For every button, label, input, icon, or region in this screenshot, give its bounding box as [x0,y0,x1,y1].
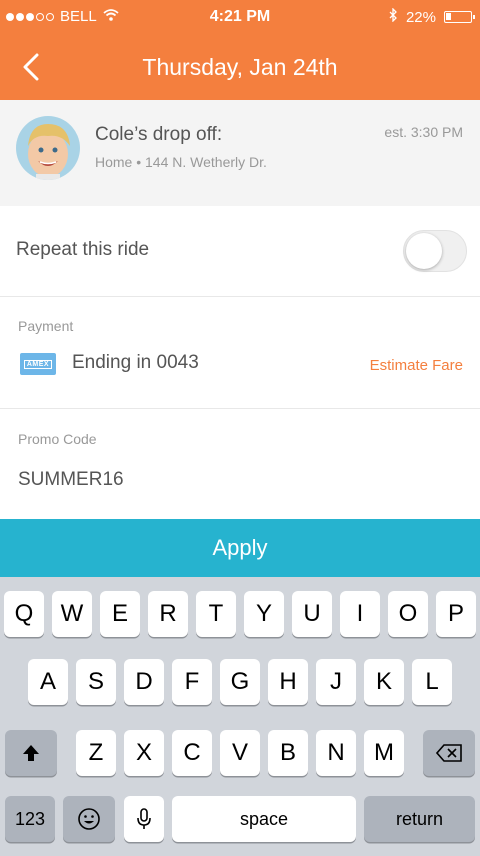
numbers-key[interactable]: 123 [5,796,55,842]
payment-row: Payment AMEX Ending in 0043 Estimate Far… [0,297,480,409]
key-m[interactable]: M [364,730,404,776]
ride-address: Home • 144 N. Wetherly Dr. [95,154,267,170]
key-e[interactable]: E [100,591,140,637]
avatar [16,116,80,180]
battery-icon [444,11,475,23]
key-d[interactable]: D [124,659,164,705]
key-k[interactable]: K [364,659,404,705]
key-o[interactable]: O [388,591,428,637]
key-u[interactable]: U [292,591,332,637]
key-v[interactable]: V [220,730,260,776]
emoji-key[interactable] [63,796,115,842]
promo-code-input[interactable] [18,465,458,495]
ride-name: Cole’s drop off: [95,124,223,145]
key-b[interactable]: B [268,730,308,776]
key-r[interactable]: R [148,591,188,637]
backspace-icon [436,744,462,762]
key-a[interactable]: A [28,659,68,705]
space-key[interactable]: space [172,796,356,842]
battery-percent: 22% [405,8,436,26]
microphone-icon [137,808,151,829]
ride-eta: est. 3:30 PM [384,124,463,140]
bluetooth-icon [389,7,398,26]
key-q[interactable]: Q [4,591,44,637]
key-j[interactable]: J [316,659,356,705]
toggle-knob [406,233,442,269]
return-key[interactable]: return [364,796,475,842]
key-g[interactable]: G [220,659,260,705]
promo-label: Promo Code [18,431,97,447]
shift-key[interactable] [5,730,57,776]
delete-key[interactable] [423,730,475,776]
amex-card-icon: AMEX [20,353,56,375]
key-x[interactable]: X [124,730,164,776]
payment-card-text[interactable]: Ending in 0043 [72,352,199,374]
status-right: 22% [389,7,475,26]
key-s[interactable]: S [76,659,116,705]
key-y[interactable]: Y [244,591,284,637]
emoji-icon [78,808,100,830]
shift-arrow-icon [23,745,39,761]
status-bar: BELL 4:21 PM 22% [0,0,480,34]
key-n[interactable]: N [316,730,356,776]
key-z[interactable]: Z [76,730,116,776]
ride-summary: Cole’s drop off: Home • 144 N. Wetherly … [0,100,480,206]
estimate-fare-link[interactable]: Estimate Fare [370,357,463,374]
promo-row: Promo Code [0,409,480,519]
dictation-key[interactable] [124,796,164,842]
repeat-ride-toggle[interactable] [403,230,467,272]
navigation-bar: Thursday, Jan 24th [0,34,480,100]
card-brand: AMEX [23,359,53,369]
key-h[interactable]: H [268,659,308,705]
key-i[interactable]: I [340,591,380,637]
keyboard: QWERTYUIOP ASDFGHJKL ZXCVBNM 123 space r… [0,577,480,856]
payment-label: Payment [18,318,74,334]
key-l[interactable]: L [412,659,452,705]
repeat-ride-row: Repeat this ride [0,206,480,297]
key-p[interactable]: P [436,591,476,637]
page-title: Thursday, Jan 24th [142,54,338,80]
key-t[interactable]: T [196,591,236,637]
key-w[interactable]: W [52,591,92,637]
apply-button[interactable]: Apply [0,519,480,577]
key-f[interactable]: F [172,659,212,705]
key-c[interactable]: C [172,730,212,776]
repeat-ride-label: Repeat this ride [16,239,150,260]
